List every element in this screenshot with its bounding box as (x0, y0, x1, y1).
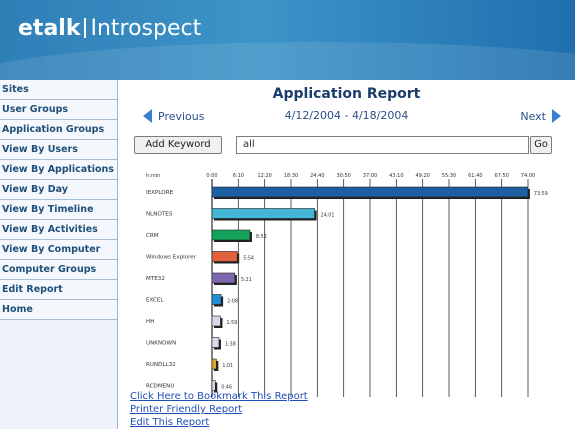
x-tick-label: 24:40 (310, 173, 324, 179)
bar-value-label: 5:54 (243, 256, 254, 262)
bar (211, 272, 236, 284)
category-label: HH (146, 319, 154, 325)
x-tick-label: 55:30 (442, 173, 456, 179)
category-label: RCDMENU (146, 384, 174, 390)
sidebar-item-view-by-timeline[interactable]: View By Timeline (0, 200, 117, 220)
sidebar-item-application-groups[interactable]: Application Groups (0, 120, 117, 140)
category-label: IEXPLORE (146, 190, 174, 196)
app-header: etalk Introspect (0, 0, 575, 80)
x-tick-label: 18:30 (284, 173, 298, 179)
sidebar-item-user-groups[interactable]: User Groups (0, 100, 117, 120)
x-tick-label: 37:00 (363, 173, 377, 179)
brand-bold: etalk (18, 16, 81, 41)
arrow-right-icon[interactable] (552, 109, 561, 123)
page-title: Application Report (272, 86, 421, 102)
sidebar-item-edit-report[interactable]: Edit Report (0, 280, 117, 300)
add-keyword-button[interactable]: Add Keyword (134, 136, 222, 154)
bar (211, 380, 216, 391)
bar-value-label: 5:21 (241, 277, 252, 283)
bar (211, 315, 221, 327)
bar-value-label: 1:38 (225, 342, 236, 348)
axis-header-label: h:min (146, 173, 160, 179)
bar (211, 229, 251, 241)
next-label[interactable]: Next (520, 110, 546, 123)
bar-value-label: 8:53 (256, 234, 267, 240)
category-label: Windows Explorer (146, 255, 197, 261)
sidebar: Sites User Groups Application Groups Vie… (0, 80, 118, 429)
date-range: 4/12/2004 - 4/18/2004 (284, 109, 409, 122)
bar (211, 251, 238, 262)
x-tick-label: 74:00 (521, 173, 535, 179)
keyword-input[interactable]: all (236, 136, 529, 154)
category-label: UNKNOWN (146, 341, 176, 347)
printer-friendly-link[interactable]: Printer Friendly Report (130, 403, 308, 416)
x-tick-label: 49:20 (415, 173, 429, 179)
category-label: EXCEL (146, 298, 164, 304)
report-links: Click Here to Bookmark This Report Print… (130, 390, 308, 429)
bar (211, 294, 222, 305)
sidebar-item-home[interactable]: Home (0, 300, 117, 320)
sidebar-item-sites[interactable]: Sites (0, 80, 117, 100)
report-panel: Application Report Previous 4/12/2004 - … (118, 80, 575, 429)
bar-value-label: 73:59 (534, 191, 548, 197)
header-swoosh (0, 42, 575, 80)
next-link[interactable]: Next (520, 109, 561, 123)
x-tick-label: 67:50 (494, 173, 508, 179)
bar (211, 186, 529, 198)
bar (211, 208, 315, 219)
bar-value-label: 1:59 (226, 320, 237, 326)
brand-divider (84, 18, 87, 38)
sidebar-item-view-by-activities[interactable]: View By Activities (0, 220, 117, 240)
category-label: NLNOTES (146, 212, 173, 218)
brand-rest: Introspect (90, 16, 202, 41)
x-tick-label: 0:00 (206, 173, 217, 179)
sidebar-item-view-by-users[interactable]: View By Users (0, 140, 117, 160)
category-label: CRM (146, 233, 159, 239)
bar-value-label: 2:08 (227, 299, 238, 305)
sidebar-item-view-by-day[interactable]: View By Day (0, 180, 117, 200)
category-label: MTE32 (146, 276, 165, 282)
bar (211, 358, 217, 370)
x-tick-label: 61:40 (468, 173, 482, 179)
sidebar-item-view-by-computer[interactable]: View By Computer (0, 240, 117, 260)
bookmark-report-link[interactable]: Click Here to Bookmark This Report (130, 390, 308, 403)
x-tick-label: 30:50 (336, 173, 350, 179)
go-button[interactable]: Go (530, 136, 552, 154)
edit-report-link[interactable]: Edit This Report (130, 416, 308, 429)
brand-logo: etalk Introspect (18, 16, 201, 41)
bar-value-label: 1:01 (222, 363, 233, 369)
sidebar-item-view-by-applications[interactable]: View By Applications (0, 160, 117, 180)
bar (211, 337, 220, 348)
x-tick-label: 43:10 (389, 173, 403, 179)
x-tick-label: 6:10 (233, 173, 244, 179)
bar-value-label: 24:01 (321, 213, 335, 219)
sidebar-item-computer-groups[interactable]: Computer Groups (0, 260, 117, 280)
x-tick-label: 12:20 (257, 173, 271, 179)
category-label: RUNDLL32 (146, 362, 176, 368)
